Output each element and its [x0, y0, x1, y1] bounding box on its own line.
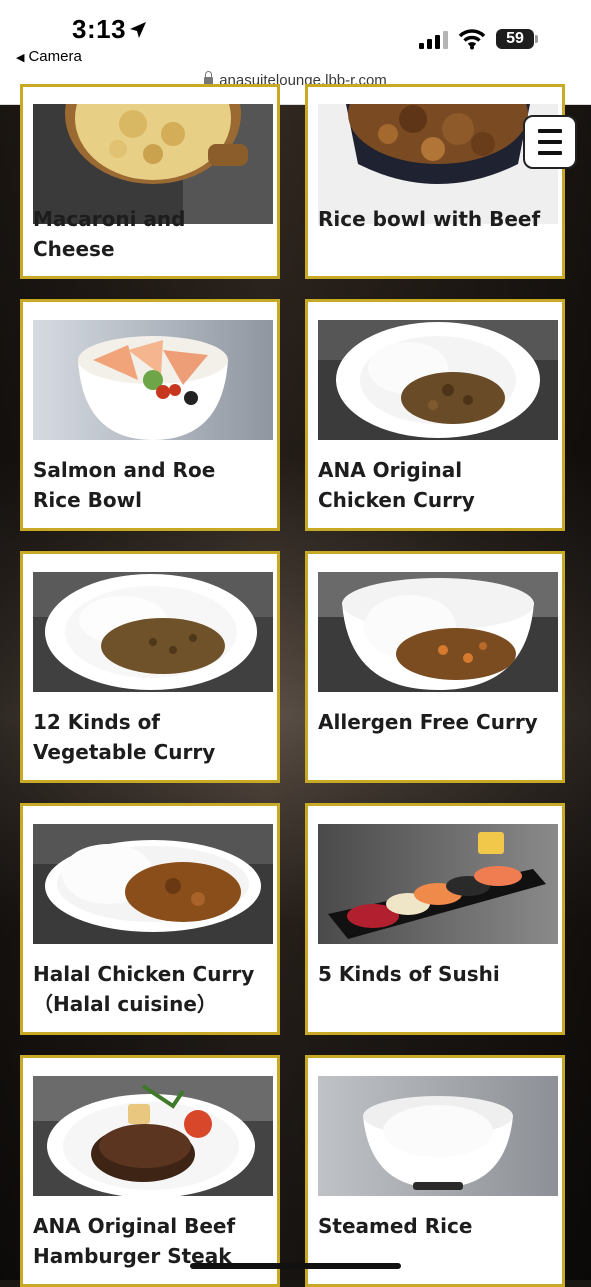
menu-item-title: Halal Chicken Curry（Halal cuisine）	[33, 962, 255, 1016]
menu-item-title: Allergen Free Curry	[318, 710, 538, 734]
back-triangle-icon: ◀	[16, 52, 25, 64]
hamburger-menu-button[interactable]	[523, 115, 577, 169]
menu-item-title: Steamed Rice	[318, 1214, 473, 1238]
menu-card[interactable]: Steamed Rice	[305, 1055, 565, 1287]
halal-curry-photo	[33, 824, 273, 944]
menu-card[interactable]: Allergen Free Curry	[305, 551, 565, 783]
location-arrow-icon	[130, 22, 146, 38]
menu-card[interactable]: 12 Kinds of Vegetable Curry（Vegetarian…	[20, 551, 280, 783]
wifi-icon	[458, 29, 486, 50]
clock: 3:13	[72, 14, 127, 44]
allergen-free-curry-photo	[318, 572, 558, 692]
menu-card[interactable]: ANA Original Beef Hamburger Steak	[20, 1055, 280, 1287]
battery-nub	[535, 35, 538, 43]
menu-card[interactable]: 5 Kinds of Sushi	[305, 803, 565, 1035]
menu-item-title: 12 Kinds of Vegetable Curry（Vegetarian…	[33, 710, 216, 764]
menu-card[interactable]: Rice bowl with Beef	[305, 84, 565, 279]
chicken-curry-photo	[318, 320, 558, 440]
battery-indicator: 59	[496, 29, 534, 49]
menu-card[interactable]: Salmon and Roe Rice Bowl	[20, 299, 280, 531]
back-to-app-link[interactable]: ◀ Camera	[16, 48, 82, 65]
menu-item-title: ANA Original Beef Hamburger Steak	[33, 1214, 236, 1268]
salmon-roe-bowl-photo	[33, 320, 273, 440]
menu-item-title: Salmon and Roe Rice Bowl	[33, 458, 216, 512]
menu-card[interactable]: Macaroni and Cheese	[20, 84, 280, 279]
menu-item-title: 5 Kinds of Sushi	[318, 962, 500, 986]
menu-item-title: ANA Original Chicken Curry	[318, 458, 475, 512]
home-indicator[interactable]	[190, 1263, 401, 1269]
back-app-label: Camera	[28, 48, 82, 65]
menu-item-title: Macaroni and Cheese	[33, 207, 186, 261]
menu-card[interactable]: ANA Original Chicken Curry	[305, 299, 565, 531]
sushi-photo	[318, 824, 558, 944]
hamburger-steak-photo	[33, 1076, 273, 1196]
menu-card[interactable]: Halal Chicken Curry（Halal cuisine）	[20, 803, 280, 1035]
menu-item-title: Rice bowl with Beef	[318, 207, 541, 231]
cellular-signal-icon	[419, 31, 448, 49]
vegetable-curry-photo	[33, 572, 273, 692]
steamed-rice-photo	[318, 1076, 558, 1196]
